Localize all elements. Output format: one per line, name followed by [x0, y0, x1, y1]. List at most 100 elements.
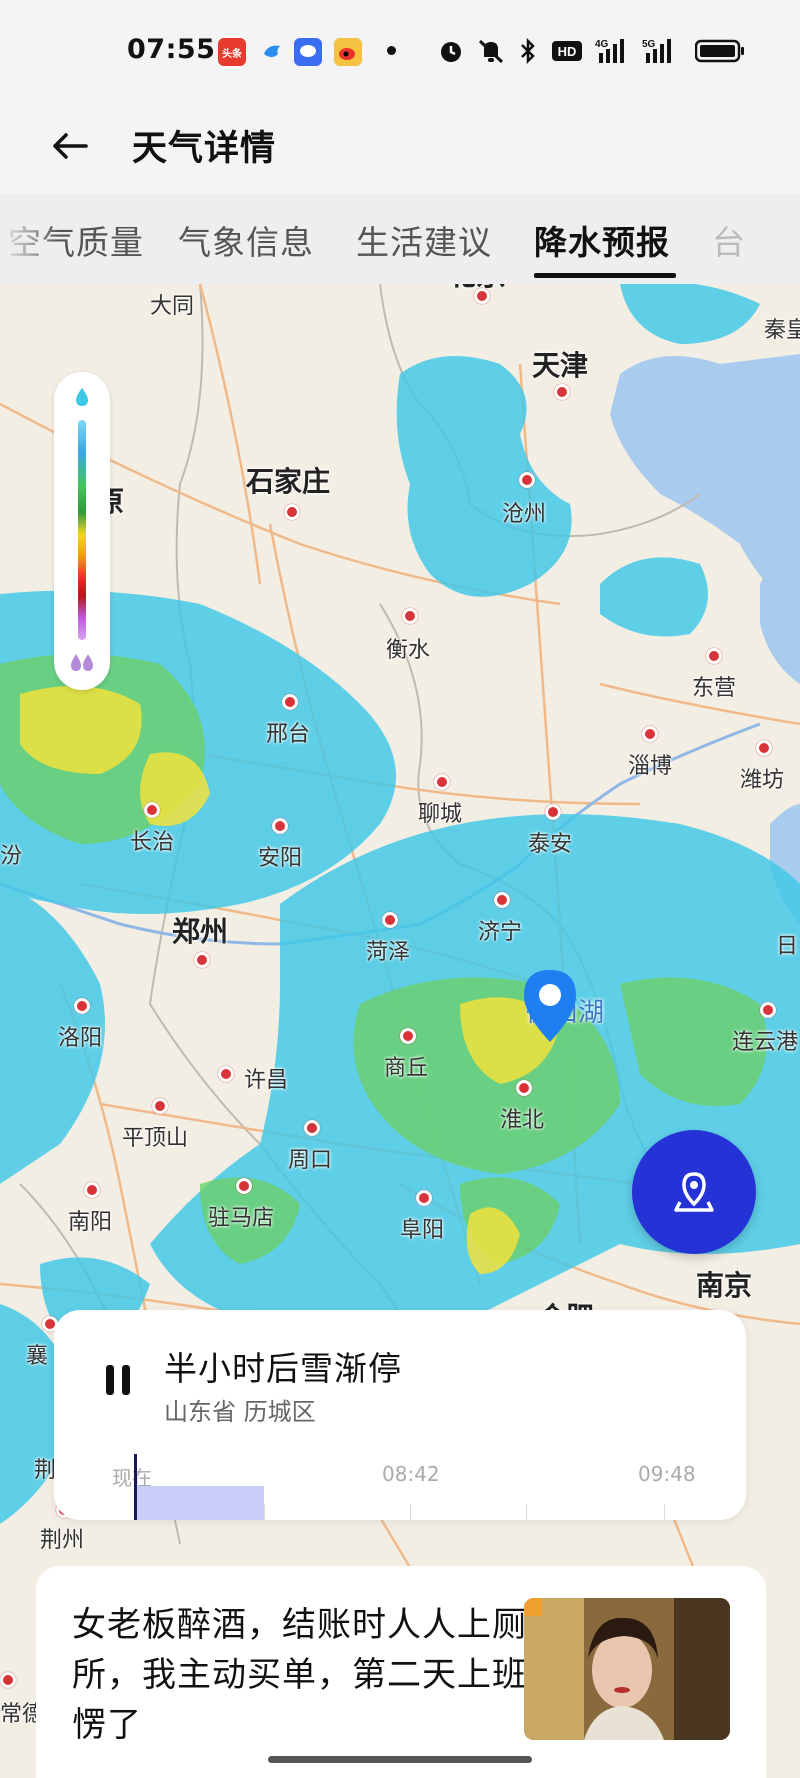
tab-precipitation-forecast[interactable]: 降水预报	[534, 216, 670, 264]
bluetooth-icon	[518, 36, 538, 66]
back-button[interactable]	[40, 116, 100, 176]
city-dot-zhoukou	[304, 1120, 320, 1136]
city-dot-changde	[0, 1672, 16, 1688]
city-label-tianjin: 天津	[532, 349, 589, 382]
timeline-cursor[interactable]	[134, 1454, 137, 1520]
location-pin-icon	[524, 970, 576, 1042]
city-dot-changzhi	[144, 802, 160, 818]
city-dot-zhumadian	[236, 1178, 252, 1194]
precipitation-forecast-card: 半小时后雪渐停 山东省 历城区 现在 08:42 09:48	[54, 1310, 746, 1520]
city-dot-tianjin	[554, 384, 570, 400]
precipitation-intensity-bar	[136, 1486, 264, 1520]
city-label-lianyungang: 连云港	[732, 1030, 799, 1055]
timeline-grid	[264, 1504, 265, 1520]
city-label-heze: 菏泽	[366, 940, 411, 965]
chat-app-icon	[294, 38, 322, 66]
pause-button[interactable]	[96, 1358, 140, 1402]
tab-weather-info[interactable]: 气象信息	[178, 216, 314, 264]
city-dot-zhengzhou	[194, 952, 210, 968]
city-label-datong: 大同	[150, 294, 195, 319]
city-dot-taian	[545, 804, 561, 820]
city-label-jining: 济宁	[478, 920, 523, 945]
city-dot-dongying	[706, 648, 722, 664]
city-label-jingzhou: 荆州	[40, 1528, 85, 1553]
double-drop-icon	[71, 654, 93, 671]
city-label-cangzhou: 沧州	[502, 502, 547, 527]
water-drop-icon	[76, 388, 88, 406]
legend-color-scale	[78, 420, 86, 640]
city-label-zhumadian: 驻马店	[208, 1206, 275, 1231]
tab-fade-left	[0, 194, 60, 284]
city-dot-huaibei	[516, 1080, 532, 1096]
city-dot-weifang	[756, 740, 772, 756]
status-time: 07:55	[127, 34, 216, 65]
city-label-huaibei: 淮北	[500, 1108, 545, 1133]
city-dot-zibo	[642, 726, 658, 742]
city-label-nanyang: 南阳	[68, 1210, 113, 1235]
timeline-grid	[526, 1504, 527, 1520]
forecast-location: 山东省 历城区	[164, 1398, 316, 1426]
city-label-taian: 泰安	[528, 832, 573, 857]
battery-icon	[694, 36, 746, 66]
city-label-nanjing: 南京	[696, 1269, 753, 1302]
locate-me-button[interactable]	[632, 1130, 756, 1254]
forecast-summary: 半小时后雪渐停	[164, 1349, 402, 1388]
page-title: 天气详情	[132, 129, 277, 169]
city-dot-shangqiu	[400, 1028, 416, 1044]
signal-4g-icon: 4G	[594, 36, 630, 66]
news-headline[interactable]: 女老板醉酒，结账时人人上厕所，我主动买单，第二天上班愣了	[72, 1600, 542, 1750]
city-label-qinhuang: 秦皇	[764, 318, 800, 343]
home-indicator[interactable]	[268, 1756, 532, 1763]
pause-icon	[106, 1365, 130, 1395]
city-label-jing: 荆	[34, 1458, 57, 1483]
city-label-zhengzhou: 郑州	[172, 915, 229, 948]
city-dot-hengshui	[402, 608, 418, 624]
city-dot-pingdingshan	[152, 1098, 168, 1114]
city-label-dongying: 东营	[692, 676, 737, 701]
city-dot-luoyang	[74, 998, 90, 1014]
city-dot-jining	[494, 892, 510, 908]
city-dot-shijiazhuang	[284, 504, 300, 520]
news-thumbnail[interactable]	[524, 1598, 730, 1740]
city-dot-liaocheng	[434, 774, 450, 790]
bird-app-icon	[258, 38, 286, 66]
city-dot-nanyang	[84, 1182, 100, 1198]
city-dot-lianyungang	[760, 1002, 776, 1018]
news-thumbnail-image	[524, 1598, 730, 1740]
city-label-anyang: 安阳	[258, 846, 303, 871]
current-location-pin[interactable]	[520, 968, 580, 1048]
city-dot-xuchang	[218, 1066, 234, 1082]
city-label-liaocheng: 聊城	[418, 802, 463, 827]
city-dot-fuyang	[416, 1190, 432, 1206]
city-label-shijiazhuang: 石家庄	[246, 465, 331, 498]
svg-text:HD: HD	[558, 44, 577, 59]
app-root: 07:55 头条 HD 4G 5G 天气详情 空气质量 气象信息 生活建议 降水…	[0, 0, 800, 1778]
city-label-shangqiu: 商丘	[384, 1056, 429, 1081]
timeline-tick-0842: 08:42	[382, 1462, 440, 1486]
city-label-fen: 汾	[0, 844, 23, 869]
city-label-hengshui: 衡水	[386, 638, 431, 663]
city-label-xuchang: 许昌	[244, 1068, 289, 1093]
tab-life-advice[interactable]: 生活建议	[356, 216, 492, 264]
city-label-zibo: 淄博	[628, 754, 673, 779]
city-dot-beijing	[474, 288, 490, 304]
active-tab-underline	[534, 273, 676, 278]
app-header: 天气详情	[0, 100, 800, 194]
alarm-icon	[436, 36, 466, 66]
news-card[interactable]: 女老板醉酒，结账时人人上厕所，我主动买单，第二天上班愣了	[36, 1566, 766, 1778]
city-dot-anyang	[272, 818, 288, 834]
timeline-grid	[664, 1504, 665, 1520]
timeline-tick-0948: 09:48	[638, 1462, 696, 1486]
mute-bell-icon	[474, 36, 508, 66]
tab-fade-right	[740, 194, 800, 284]
precipitation-legend	[54, 372, 110, 690]
svg-text:4G: 4G	[595, 39, 609, 50]
city-dot-heze	[382, 912, 398, 928]
tab-bar: 空气质量 气象信息 生活建议 降水预报 台	[0, 194, 800, 284]
city-label-xiang: 襄	[26, 1344, 49, 1369]
city-label-zhoukou: 周口	[288, 1148, 333, 1173]
city-label-xingtai: 邢台	[266, 722, 311, 747]
notification-dot	[387, 46, 396, 55]
precipitation-map[interactable]: 北京 大同 天津 秦皇 石家庄 沧州 衡水 东营 邢台 淄博 潍坊 聊城 泰安 …	[0, 284, 800, 1778]
city-label-pingdingshan: 平顶山	[122, 1126, 189, 1151]
